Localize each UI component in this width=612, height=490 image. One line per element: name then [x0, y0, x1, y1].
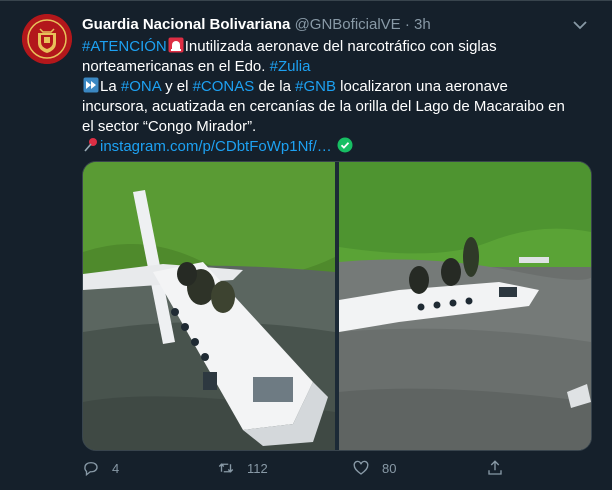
tweet-header: Guardia Nacional Bolivariana @GNBoficial… [82, 15, 431, 35]
tweet-paragraph-2: La #ONA y el #CONAS de la #GNB localizar… [82, 77, 572, 137]
author-name[interactable]: Guardia Nacional Bolivariana [82, 16, 290, 33]
hashtag-atencion[interactable]: #ATENCIÓN [82, 38, 167, 55]
hashtag-gnb[interactable]: #GNB [295, 78, 336, 95]
share-icon [488, 460, 502, 475]
avatar[interactable] [22, 14, 72, 64]
hashtag-ona[interactable]: #ONA [121, 78, 161, 95]
share-button[interactable] [486, 457, 504, 479]
hashtag-zulia[interactable]: #Zulia [270, 58, 311, 75]
tweet-actions: 4 112 80 [82, 457, 582, 479]
retweet-count: 112 [247, 460, 268, 476]
reply-icon [84, 462, 98, 477]
chevron-down-icon[interactable] [570, 15, 590, 35]
tweet-paragraph-3: instagram.com/p/CDbtFoWp1Nf/… [82, 137, 572, 157]
reply-button[interactable]: 4 [82, 457, 119, 479]
text-la: La [100, 78, 117, 95]
media-photo-1[interactable] [83, 162, 335, 450]
tweet-media [82, 161, 592, 451]
separator-dot: · [404, 16, 410, 33]
timestamp[interactable]: 3h [414, 16, 431, 33]
like-count: 80 [382, 460, 397, 476]
pushpin-icon [84, 138, 97, 152]
text-de-la: de la [258, 78, 291, 95]
instagram-link[interactable]: instagram.com/p/CDbtFoWp1Nf/… [100, 138, 332, 155]
tweet-card[interactable]: Guardia Nacional Bolivariana @GNBoficial… [0, 0, 612, 490]
heart-icon [353, 460, 369, 475]
gnb-emblem-icon [22, 14, 72, 64]
like-button[interactable]: 80 [352, 457, 396, 479]
tweet-text: #ATENCIÓN Inutilizada aeronave del narco… [82, 37, 572, 157]
author-handle[interactable]: @GNBoficialVE [295, 16, 401, 33]
text-y-el: y el [165, 78, 189, 95]
retweet-button[interactable]: 112 [217, 457, 268, 479]
media-photo-2[interactable] [339, 162, 591, 450]
rotating-light-icon [168, 37, 184, 53]
hashtag-conas[interactable]: #CONAS [193, 78, 255, 95]
check-circle-icon [337, 137, 353, 153]
fast-forward-icon [83, 77, 99, 93]
reply-count: 4 [112, 460, 120, 476]
tweet-paragraph-1: #ATENCIÓN Inutilizada aeronave del narco… [82, 37, 572, 77]
retweet-icon [218, 463, 234, 473]
